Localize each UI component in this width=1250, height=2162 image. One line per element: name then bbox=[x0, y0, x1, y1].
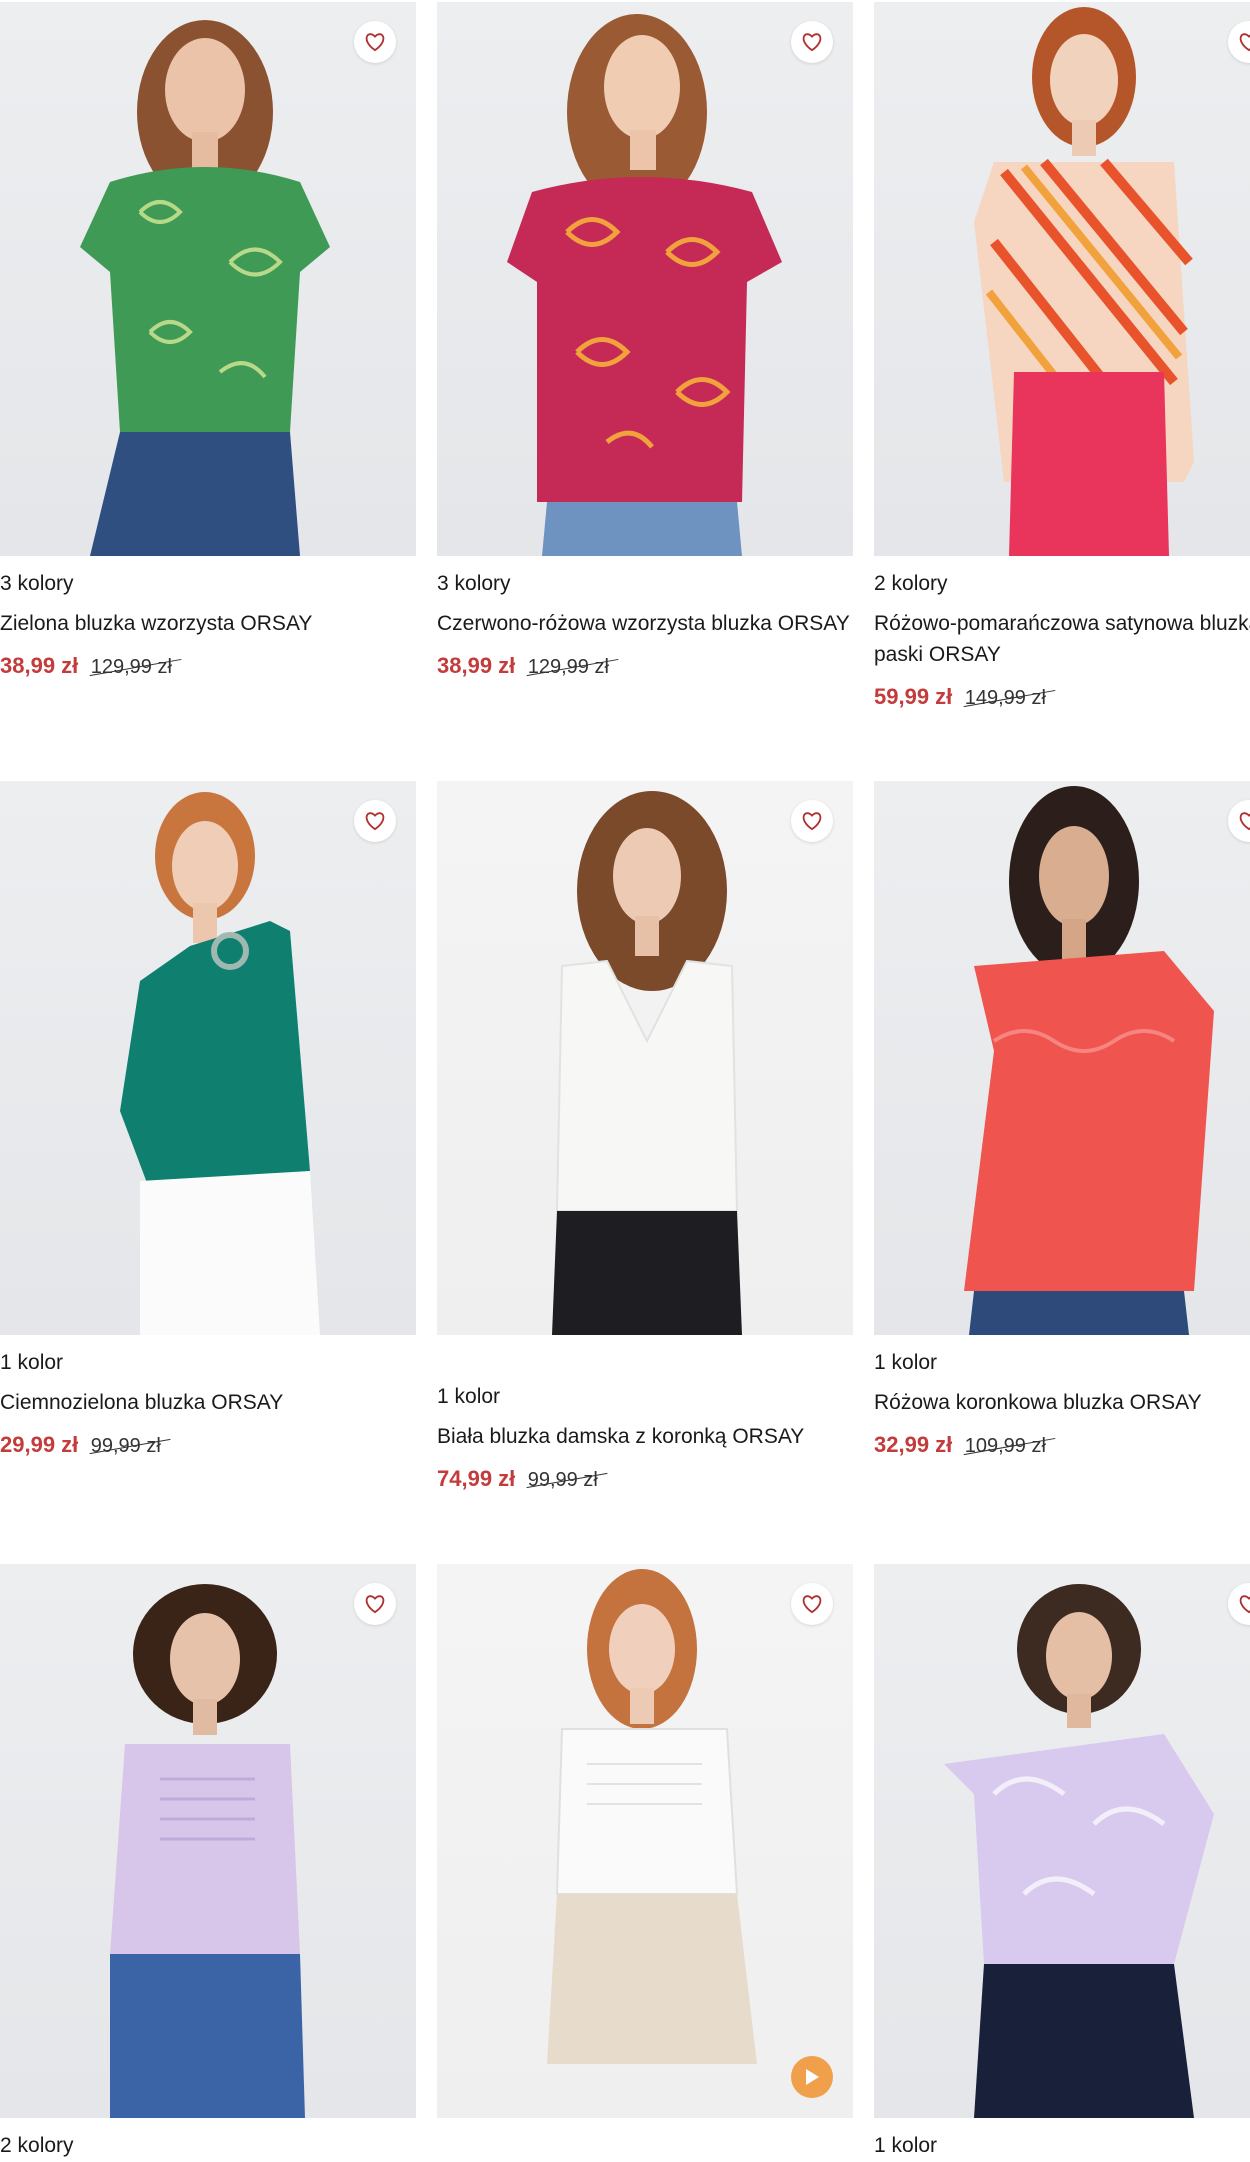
product-image[interactable] bbox=[0, 2, 416, 556]
product-image[interactable] bbox=[0, 1564, 416, 2118]
product-image[interactable] bbox=[0, 781, 416, 1335]
product-card[interactable]: 2 kolory bbox=[0, 1564, 416, 2160]
model-photo bbox=[547, 1569, 757, 2064]
product-name[interactable]: Biała bluzka damska z koronką ORSAY bbox=[437, 1421, 853, 1452]
product-image[interactable] bbox=[437, 2, 853, 556]
favorite-button[interactable] bbox=[791, 21, 833, 63]
product-card[interactable]: 2 kolory Różowo-pomarańczowa satynowa bl… bbox=[874, 2, 1250, 715]
product-name[interactable]: Czerwono-różowa wzorzysta bluzka ORSAY bbox=[437, 608, 853, 639]
heart-icon bbox=[1239, 1595, 1250, 1614]
model-photo bbox=[964, 786, 1214, 1335]
product-image[interactable] bbox=[437, 1564, 853, 2118]
heart-icon bbox=[802, 1595, 822, 1614]
product-image[interactable] bbox=[874, 2, 1250, 556]
model-photo bbox=[974, 7, 1194, 556]
old-price: 129,99 zł bbox=[528, 652, 609, 682]
old-price: 99,99 zł bbox=[528, 1465, 598, 1495]
sale-price: 74,99 zł bbox=[437, 1466, 516, 1491]
price-block: 74,99 zł 99,99 zł bbox=[437, 1464, 853, 1497]
product-name[interactable]: Różowo-pomarańczowa satynowa bluzka w pa… bbox=[874, 608, 1250, 670]
color-count: 2 kolory bbox=[874, 572, 948, 595]
old-price: 149,99 zł bbox=[965, 683, 1046, 713]
color-count: 3 kolory bbox=[437, 572, 511, 595]
color-count: 3 kolory bbox=[0, 572, 74, 595]
color-count: 1 kolor bbox=[874, 2134, 938, 2157]
favorite-button[interactable] bbox=[354, 21, 396, 63]
color-count: 2 kolory bbox=[0, 2134, 74, 2157]
product-card[interactable] bbox=[437, 1564, 853, 2132]
favorite-button[interactable] bbox=[791, 800, 833, 842]
price-block: 32,99 zł 109,99 zł bbox=[874, 1430, 1250, 1463]
model-photo bbox=[120, 792, 320, 1335]
model-photo bbox=[944, 1584, 1214, 2118]
product-name[interactable]: Ciemnozielona bluzka ORSAY bbox=[0, 1387, 416, 1418]
product-image[interactable] bbox=[437, 781, 853, 1335]
favorite-button[interactable] bbox=[791, 1583, 833, 1625]
product-name[interactable]: Różowa koronkowa bluzka ORSAY bbox=[874, 1387, 1250, 1418]
old-price: 109,99 zł bbox=[965, 1431, 1046, 1461]
product-card[interactable]: 3 kolory Zielona bluzka wzorzysta ORSAY … bbox=[0, 2, 416, 684]
video-play-button[interactable] bbox=[791, 2056, 833, 2098]
model-photo bbox=[507, 14, 782, 556]
sale-price: 29,99 zł bbox=[0, 1432, 79, 1457]
play-icon bbox=[806, 2069, 819, 2085]
model-photo bbox=[552, 791, 742, 1335]
product-card[interactable]: 1 kolor Ciemnozielona bluzka ORSAY 29,99… bbox=[0, 781, 416, 1463]
price-block: 38,99 zł 129,99 zł bbox=[437, 651, 853, 684]
heart-icon bbox=[802, 812, 822, 831]
color-count: 1 kolor bbox=[874, 1351, 938, 1374]
product-card[interactable]: 1 kolor bbox=[874, 1564, 1250, 2160]
model-photo bbox=[110, 1584, 305, 2118]
product-image[interactable] bbox=[874, 1564, 1250, 2118]
heart-icon bbox=[365, 1595, 385, 1614]
color-count: 1 kolor bbox=[437, 1385, 501, 1408]
heart-icon bbox=[1239, 33, 1250, 52]
heart-icon bbox=[365, 33, 385, 52]
price-block: 38,99 zł 129,99 zł bbox=[0, 651, 416, 684]
favorite-button[interactable] bbox=[354, 800, 396, 842]
price-block: 29,99 zł 99,99 zł bbox=[0, 1430, 416, 1463]
heart-icon bbox=[365, 812, 385, 831]
old-price: 99,99 zł bbox=[91, 1431, 161, 1461]
model-photo bbox=[80, 20, 330, 556]
product-card[interactable]: 1 kolor Biała bluzka damska z koronką OR… bbox=[437, 781, 853, 1497]
favorite-button[interactable] bbox=[354, 1583, 396, 1625]
heart-icon bbox=[802, 33, 822, 52]
sale-price: 38,99 zł bbox=[0, 653, 79, 678]
sale-price: 32,99 zł bbox=[874, 1432, 953, 1457]
price-block: 59,99 zł 149,99 zł bbox=[874, 682, 1250, 715]
product-card[interactable]: 3 kolory Czerwono-różowa wzorzysta bluzk… bbox=[437, 2, 853, 684]
color-count: 1 kolor bbox=[0, 1351, 64, 1374]
sale-price: 59,99 zł bbox=[874, 684, 953, 709]
sale-price: 38,99 zł bbox=[437, 653, 516, 678]
heart-icon bbox=[1239, 812, 1250, 831]
product-card[interactable]: 1 kolor Różowa koronkowa bluzka ORSAY 32… bbox=[874, 781, 1250, 1463]
product-image[interactable] bbox=[874, 781, 1250, 1335]
product-name[interactable]: Zielona bluzka wzorzysta ORSAY bbox=[0, 608, 416, 639]
old-price: 129,99 zł bbox=[91, 652, 172, 682]
